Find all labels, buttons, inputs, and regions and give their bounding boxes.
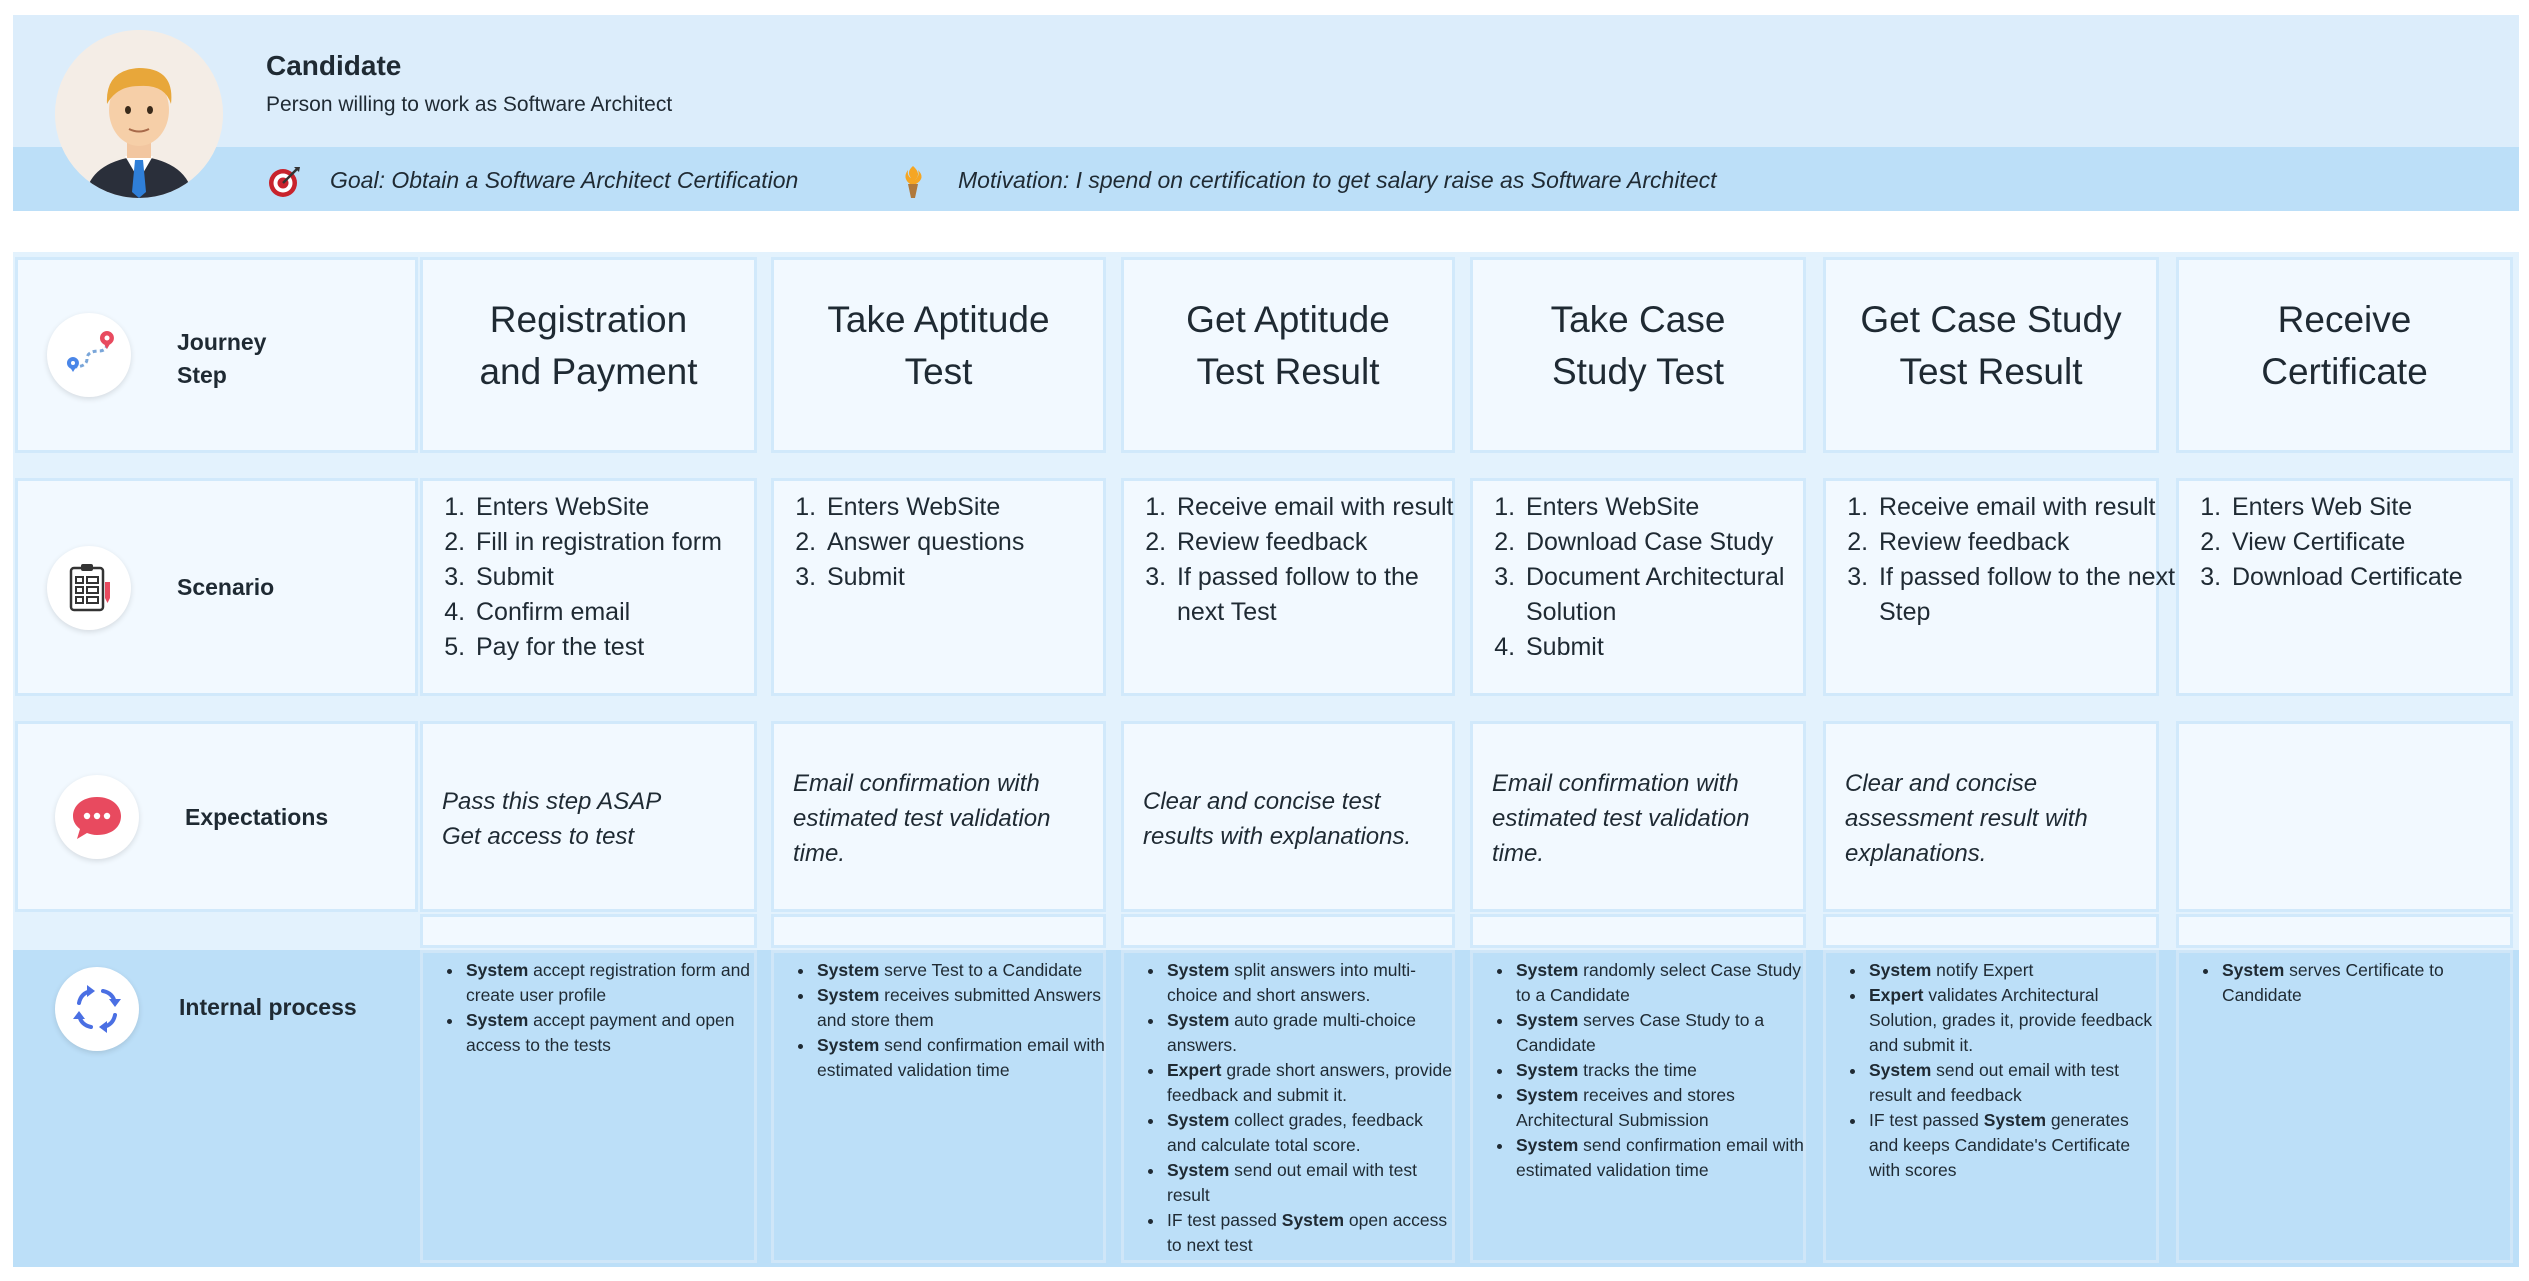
process-item: System tracks the time <box>1514 1058 1806 1083</box>
process-item: Expert validates Architectural Solution,… <box>1867 983 2159 1058</box>
scenario-item: Enters WebSite <box>1522 490 1822 525</box>
process-item: Expert grade short answers, provide feed… <box>1165 1058 1455 1108</box>
expectation-text: Clear and concise assessment result with… <box>1845 770 2088 867</box>
expectation-text: Pass this step ASAP Get access to test <box>442 787 662 850</box>
scenario-item: Enters WebSite <box>823 490 1122 525</box>
scenario-item: Enters WebSite <box>472 490 773 525</box>
journey-step-title: Take Case Study Test <box>1550 299 1726 392</box>
scenario-item: Download Case Study <box>1522 525 1822 560</box>
process-item: System randomly select Case Study to a C… <box>1514 958 1806 1008</box>
persona-goal: Goal: Obtain a Software Architect Certif… <box>330 167 799 193</box>
expectation-text: Email confirmation with estimated test v… <box>1492 770 1750 867</box>
expectation-text: Clear and concise test results with expl… <box>1143 787 1412 850</box>
persona-motivation: Motivation: I spend on certification to … <box>958 167 1717 193</box>
scenario-list: Enters WebSiteFill in registration formS… <box>442 490 773 665</box>
persona-name: Candidate <box>266 50 402 81</box>
spacer-cell <box>1470 914 1806 948</box>
scenario-list: Enters Web SiteView CertificateDownload … <box>2198 490 2529 595</box>
process-item: System receives submitted Answers and st… <box>815 983 1106 1033</box>
scenario-list: Receive email with resultReview feedback… <box>1845 490 2175 630</box>
scenario-item: Confirm email <box>472 595 773 630</box>
chat-bubble-icon <box>55 775 139 859</box>
avatar <box>55 30 223 198</box>
scenario-item: If passed follow to the next Test <box>1173 560 1471 630</box>
expectation-text: Email confirmation with estimated test v… <box>793 770 1051 867</box>
process-item: System serves Case Study to a Candidate <box>1514 1008 1806 1058</box>
refresh-arrows-icon <box>55 967 139 1051</box>
process-item: IF test passed System open access to nex… <box>1165 1208 1455 1258</box>
process-item: System send confirmation email with esti… <box>1514 1133 1806 1183</box>
scenario-item: Fill in registration form <box>472 525 773 560</box>
process-item: System accept registration form and crea… <box>464 958 757 1008</box>
process-list: System notify ExpertExpert validates Arc… <box>1847 958 2159 1183</box>
process-item: System serve Test to a Candidate <box>815 958 1106 983</box>
scenario-item: Document Architectural Solution <box>1522 560 1822 630</box>
process-list: System split answers into multi-choice a… <box>1145 958 1455 1258</box>
process-item: IF test passed System generates and keep… <box>1867 1108 2159 1183</box>
journey-step-title: Receive Certificate <box>2261 299 2428 392</box>
scenario-item: View Certificate <box>2228 525 2529 560</box>
scenario-item: Receive email with result <box>1875 490 2175 525</box>
row-label-scenario: Scenario <box>177 574 275 600</box>
row-label-journey-step: Journey Step <box>177 329 267 388</box>
scenario-item: Submit <box>1522 630 1822 665</box>
spacer-cell <box>1823 914 2159 948</box>
process-item: System send out email with test result a… <box>1867 1058 2159 1108</box>
process-item: System accept payment and open access to… <box>464 1008 757 1058</box>
process-list: System serve Test to a CandidateSystem r… <box>795 958 1106 1083</box>
journey-step-title: Get Aptitude Test Result <box>1186 299 1390 392</box>
spacer-cell <box>420 914 757 948</box>
process-list: System accept registration form and crea… <box>444 958 757 1058</box>
scenario-item: Pay for the test <box>472 630 773 665</box>
process-item: System serves Certificate to Candidate <box>2220 958 2513 1008</box>
checklist-icon <box>47 546 131 630</box>
scenario-item: Review feedback <box>1173 525 1471 560</box>
process-item: System auto grade multi-choice answers. <box>1165 1008 1455 1058</box>
scenario-item: Review feedback <box>1875 525 2175 560</box>
process-item: System split answers into multi-choice a… <box>1165 958 1455 1008</box>
process-item: System notify Expert <box>1867 958 2159 983</box>
torch-icon <box>898 164 928 200</box>
process-list: System serves Certificate to Candidate <box>2200 958 2513 1008</box>
scenario-item: Answer questions <box>823 525 1122 560</box>
expectation-cell <box>2176 721 2513 912</box>
journey-step-title: Get Case Study Test Result <box>1860 299 2122 392</box>
scenario-item: Enters Web Site <box>2228 490 2529 525</box>
scenario-list: Enters WebSiteAnswer questionsSubmit <box>793 490 1122 595</box>
row-label-expectations: Expectations <box>185 804 329 830</box>
scenario-item: Receive email with result <box>1173 490 1471 525</box>
spacer-cell <box>2176 914 2513 948</box>
scenario-list: Receive email with resultReview feedback… <box>1143 490 1471 630</box>
scenario-item: Submit <box>472 560 773 595</box>
process-item: System send confirmation email with esti… <box>815 1033 1106 1083</box>
scenario-item: Download Certificate <box>2228 560 2529 595</box>
scenario-item: Submit <box>823 560 1122 595</box>
process-item: System receives and stores Architectural… <box>1514 1083 1806 1133</box>
process-item: System collect grades, feedback and calc… <box>1165 1108 1455 1158</box>
journey-step-title: Take Aptitude Test <box>827 299 1050 392</box>
spacer-cell <box>1121 914 1455 948</box>
process-list: System randomly select Case Study to a C… <box>1494 958 1806 1183</box>
scenario-item: If passed follow to the next Step <box>1875 560 2175 630</box>
persona-description: Person willing to work as Software Archi… <box>266 93 673 116</box>
scenario-list: Enters WebSiteDownload Case StudyDocumen… <box>1492 490 1822 665</box>
process-item: System send out email with test result <box>1165 1158 1455 1208</box>
route-map-pin-icon <box>47 313 131 397</box>
spacer-cell <box>771 914 1106 948</box>
journey-step-title: Registration and Payment <box>479 299 698 392</box>
target-icon <box>266 164 302 200</box>
row-label-internal-process: Internal process <box>179 994 357 1020</box>
